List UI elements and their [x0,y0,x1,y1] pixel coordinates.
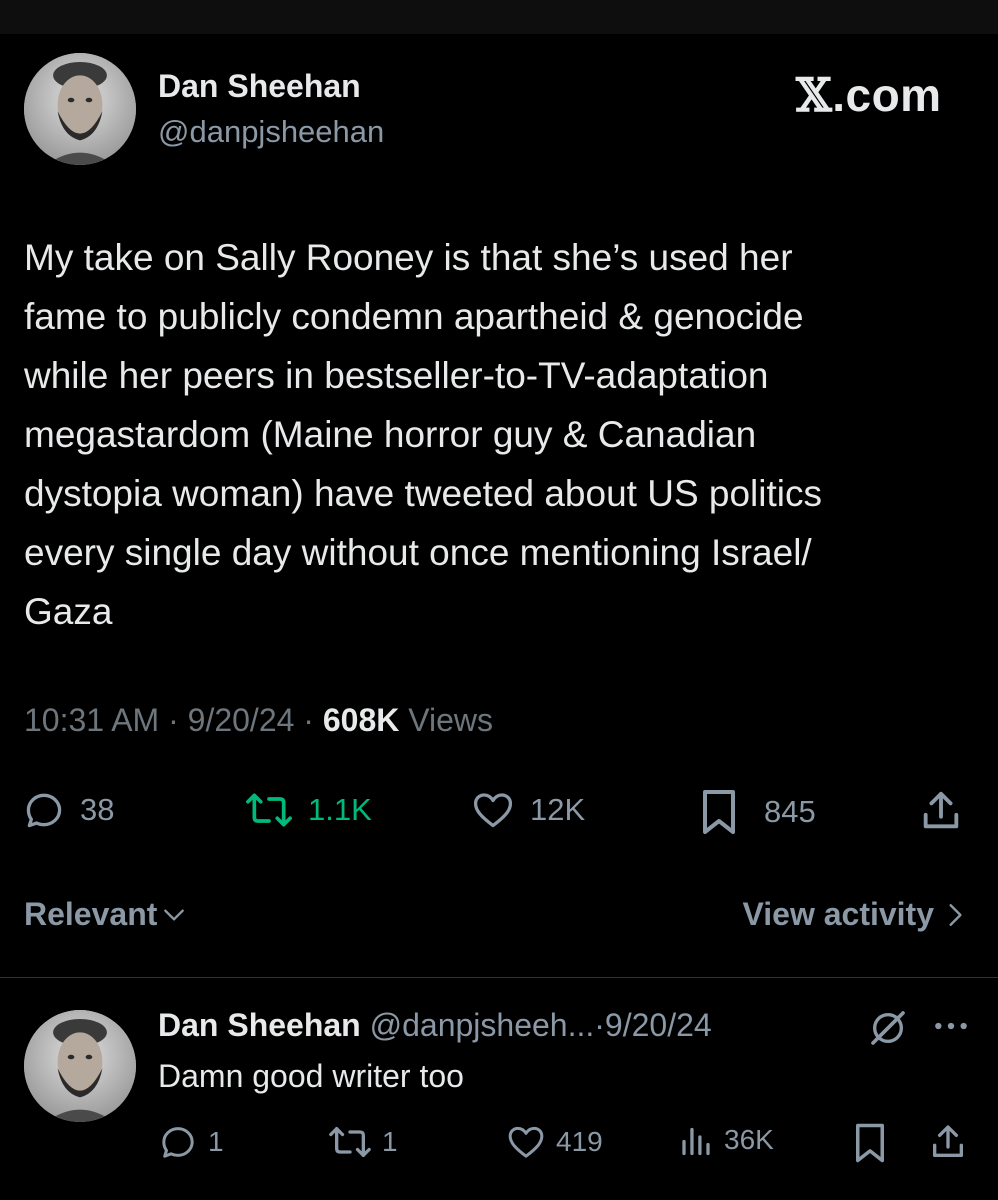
share-icon [933,1125,963,1157]
reply-author-avatar[interactable] [24,1010,136,1122]
reply-icon [26,793,62,828]
divider [0,977,998,978]
reply-reply-button[interactable]: 1 [158,1122,224,1162]
tweet-line: while her peers in bestseller-to-TV-adap… [24,355,769,396]
reply-icon [162,1127,194,1158]
tweet-line: megastardom (Maine horror guy & Canadian [24,414,757,455]
chevron-right-icon [949,903,962,926]
reply-header: Dan Sheehan @danpjsheeh...·9/20/24 [158,1007,712,1044]
meta-separator: · [594,1007,605,1043]
tweet-line: every single day without once mentioning… [24,532,812,573]
chevron-down-icon [164,908,185,921]
meta-separator: · [303,702,314,738]
meta-separator: · [168,702,179,738]
share-icon [923,791,959,829]
tweet-date[interactable]: 9/20/24 [188,702,295,738]
tweet-line: My take on Sally Rooney is that she’s us… [24,237,793,278]
brand-label-suffix: .com [832,69,942,121]
tweet-actions: 38 1.1K 12K 845 [0,788,998,838]
view-activity-link[interactable]: View activity [742,896,968,933]
reply-text: Damn good writer too [158,1058,464,1094]
like-button[interactable]: 12K [470,788,585,832]
repost-icon [246,793,292,827]
tweet-text: My take on Sally Rooney is that she’s us… [24,228,976,641]
views-label: Views [408,702,494,738]
view-activity-label: View activity [742,896,934,932]
bookmark-icon [856,1123,884,1163]
bookmark-count: 845 [764,794,816,829]
reply-views-count: 36K [724,1124,774,1155]
tweet-line: fame to publicly condemn apartheid & gen… [24,296,804,337]
reply-like-button[interactable]: 419 [506,1122,603,1162]
reply-date[interactable]: 9/20/24 [605,1007,712,1043]
author-name[interactable]: Dan Sheehan [158,68,361,105]
repost-button[interactable]: 1.1K [244,788,372,832]
bookmark-button[interactable]: 845 [698,788,816,836]
views-chart-icon [682,1127,710,1156]
author-handle[interactable]: @danpjsheehan [158,114,384,150]
reply-bookmark-button[interactable] [852,1122,888,1164]
views-count: 608K [322,702,400,738]
reply-author-handle[interactable]: @danpjsheeh... [370,1007,595,1043]
tweet-line: dystopia woman) have tweeted about US po… [24,473,822,514]
tweet-meta: 10:31 AM · 9/20/24 · 608K Views [24,702,493,739]
more-options-button[interactable] [932,1016,970,1041]
grok-button[interactable] [868,1008,908,1053]
sort-relevant-button[interactable]: Relevant [24,896,187,933]
repost-count: 1.1K [308,792,372,827]
repost-icon [329,1127,371,1157]
reply-views-button[interactable]: 36K [678,1122,774,1158]
reply-like-count: 419 [556,1126,603,1157]
grok-icon [871,1011,905,1045]
reply-author-name[interactable]: Dan Sheehan [158,1007,361,1043]
reply-reply-count: 1 [208,1126,224,1157]
bookmark-icon [703,790,735,834]
heart-icon [508,1126,544,1158]
author-avatar[interactable] [24,53,136,165]
top-strip [0,0,998,34]
reply-share-button[interactable] [928,1122,968,1162]
reply-repost-button[interactable]: 1 [328,1122,398,1162]
sort-label: Relevant [24,896,158,932]
tweet-time[interactable]: 10:31 AM [24,702,159,738]
share-button[interactable] [918,788,964,834]
brand-logo: 𝕏.com [796,68,942,122]
heart-icon [473,793,513,828]
tweet-line: Gaza [24,591,113,632]
reply-actions: 1 1 419 36K [0,1122,998,1166]
reply-count: 38 [80,792,115,827]
reply-button[interactable]: 38 [22,788,114,832]
reply-repost-count: 1 [382,1126,398,1157]
more-icon [935,1022,967,1030]
like-count: 12K [530,792,586,827]
